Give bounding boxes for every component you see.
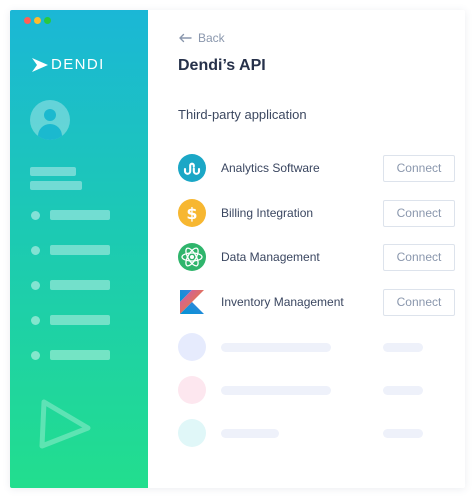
nav-bullet-icon (31, 210, 40, 220)
zoom-window-button[interactable] (44, 17, 51, 24)
avatar-head-icon (44, 109, 56, 121)
placeholder-avatar (178, 419, 206, 447)
placeholder-line (221, 342, 331, 352)
application-name: Inventory Management (221, 295, 344, 309)
placeholder-line (221, 385, 331, 395)
application-name: Data Management (221, 250, 320, 264)
sidebar-nav-item[interactable] (31, 243, 121, 257)
nav-label-placeholder (50, 245, 110, 255)
placeholder-row (178, 419, 455, 447)
nav-label-placeholder (50, 280, 110, 290)
decorative-triangle-icon (39, 399, 91, 449)
nav-label-placeholder (50, 350, 110, 360)
application-row: $ Billing Integration Connect (178, 199, 455, 227)
connect-inventory-management-button[interactable]: Connect (383, 288, 455, 316)
sidebar-nav-item[interactable] (31, 348, 121, 362)
nav-bullet-icon (31, 315, 40, 325)
logo[interactable]: DENDI (32, 56, 105, 73)
placeholder-row (178, 376, 455, 404)
user-role-placeholder (30, 181, 82, 190)
window-controls (24, 17, 51, 24)
application-row: Analytics Software Connect (178, 154, 455, 182)
stumbleupon-icon (178, 154, 206, 182)
back-label: Back (198, 31, 225, 45)
sidebar: DENDI (10, 10, 148, 488)
placeholder-line (221, 428, 279, 438)
avatar[interactable] (30, 100, 70, 140)
application-row: Inventory Management Connect (178, 288, 455, 316)
placeholder-button (383, 342, 423, 352)
sidebar-nav-item[interactable] (31, 278, 121, 292)
connect-analytics-software-button[interactable]: Connect (383, 154, 455, 182)
nav-bullet-icon (31, 350, 40, 360)
dollar-coin-icon: $ (178, 199, 206, 227)
section-title: Third-party application (178, 107, 307, 122)
connect-billing-integration-button[interactable]: Connect (383, 199, 455, 227)
connect-data-management-button[interactable]: Connect (383, 243, 455, 271)
nav-bullet-icon (31, 280, 40, 290)
placeholder-avatar (178, 333, 206, 361)
placeholder-avatar (178, 376, 206, 404)
app-window: DENDI Back Dendi’s API Third-party appli… (10, 10, 465, 488)
application-name: Analytics Software (221, 161, 320, 175)
nav-label-placeholder (50, 210, 110, 220)
arrow-left-icon (179, 33, 192, 43)
placeholder-button (383, 428, 423, 438)
svg-text:$: $ (186, 204, 197, 223)
application-row: Data Management Connect (178, 243, 455, 271)
nav-bullet-icon (31, 245, 40, 255)
placeholder-row (178, 333, 455, 361)
back-link[interactable]: Back (178, 31, 225, 45)
nav-label-placeholder (50, 315, 110, 325)
main-panel: Back Dendi’s API Third-party application… (148, 10, 465, 488)
logo-text: DENDI (51, 56, 105, 73)
atom-icon (178, 243, 206, 271)
page-title: Dendi’s API (178, 57, 266, 74)
user-name-placeholder (30, 167, 76, 176)
kotlin-icon (178, 288, 206, 316)
sidebar-nav-item[interactable] (31, 208, 121, 222)
placeholder-button (383, 385, 423, 395)
close-window-button[interactable] (24, 17, 31, 24)
sidebar-nav-item[interactable] (31, 313, 121, 327)
application-name: Billing Integration (221, 206, 314, 220)
logo-arrow-icon (32, 57, 48, 72)
minimize-window-button[interactable] (34, 17, 41, 24)
avatar-body-icon (38, 124, 62, 140)
